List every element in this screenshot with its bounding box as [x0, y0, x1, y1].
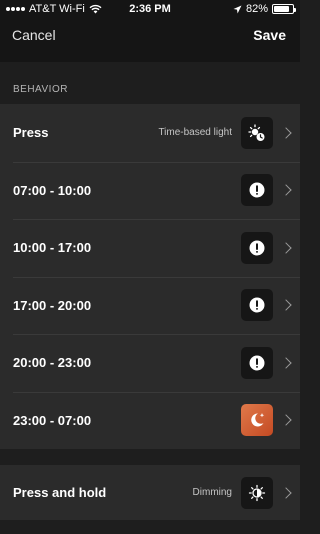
row-label: 23:00 - 07:00	[13, 412, 92, 428]
chevron-right-icon	[280, 357, 292, 369]
scene-icon	[241, 289, 273, 322]
row-label: 10:00 - 17:00	[13, 240, 92, 256]
hold-list: Press and hold Dimming	[0, 465, 300, 520]
scene-icon	[241, 346, 273, 379]
save-button[interactable]: Save	[253, 27, 286, 43]
row-press[interactable]: Press Time-based light	[0, 104, 300, 162]
row-label: Press and hold	[13, 485, 107, 500]
status-right: 82%	[233, 3, 296, 15]
scene-icon	[241, 174, 273, 207]
row-time-slot[interactable]: 07:00 - 10:00	[0, 161, 300, 220]
chevron-right-icon	[280, 414, 292, 426]
bottom-fill	[0, 520, 300, 534]
nav-bar: Cancel Save	[0, 18, 300, 62]
chevron-right-icon	[280, 486, 292, 499]
cancel-button[interactable]: Cancel	[12, 27, 56, 43]
row-label: 07:00 - 10:00	[13, 182, 92, 198]
section-title: BEHAVIOR	[13, 84, 68, 95]
chevron-right-icon	[280, 242, 292, 254]
location-arrow-icon	[233, 5, 242, 13]
row-value: Time-based light	[158, 127, 232, 139]
row-value: Dimming	[192, 487, 232, 498]
section-header: BEHAVIOR	[0, 62, 300, 104]
dimming-icon	[241, 476, 273, 509]
battery-fill	[274, 6, 289, 12]
row-time-slot[interactable]: 17:00 - 20:00	[0, 276, 300, 335]
battery-icon	[272, 4, 296, 14]
row-time-slot[interactable]: 10:00 - 17:00	[0, 219, 300, 277]
chevron-right-icon	[280, 184, 292, 196]
row-label: 20:00 - 23:00	[13, 355, 92, 371]
row-time-slot[interactable]: 20:00 - 23:00	[0, 334, 300, 392]
moon-star-icon	[241, 404, 273, 437]
time-based-light-icon	[241, 116, 273, 149]
status-bar: AT&T Wi-Fi 2:36 PM 82%	[0, 0, 300, 18]
battery-percent: 82%	[245, 3, 268, 15]
section-gap	[0, 449, 300, 465]
row-label: 17:00 - 20:00	[13, 297, 92, 313]
chevron-right-icon	[280, 299, 292, 311]
behavior-list: Press Time-based light 07:00 - 10:00 10:…	[0, 104, 300, 449]
row-press-and-hold[interactable]: Press and hold Dimming	[0, 465, 300, 520]
row-time-slot[interactable]: 23:00 - 07:00	[0, 391, 300, 450]
row-label: Press	[13, 125, 49, 141]
scene-icon	[241, 231, 273, 264]
chevron-right-icon	[280, 127, 292, 139]
